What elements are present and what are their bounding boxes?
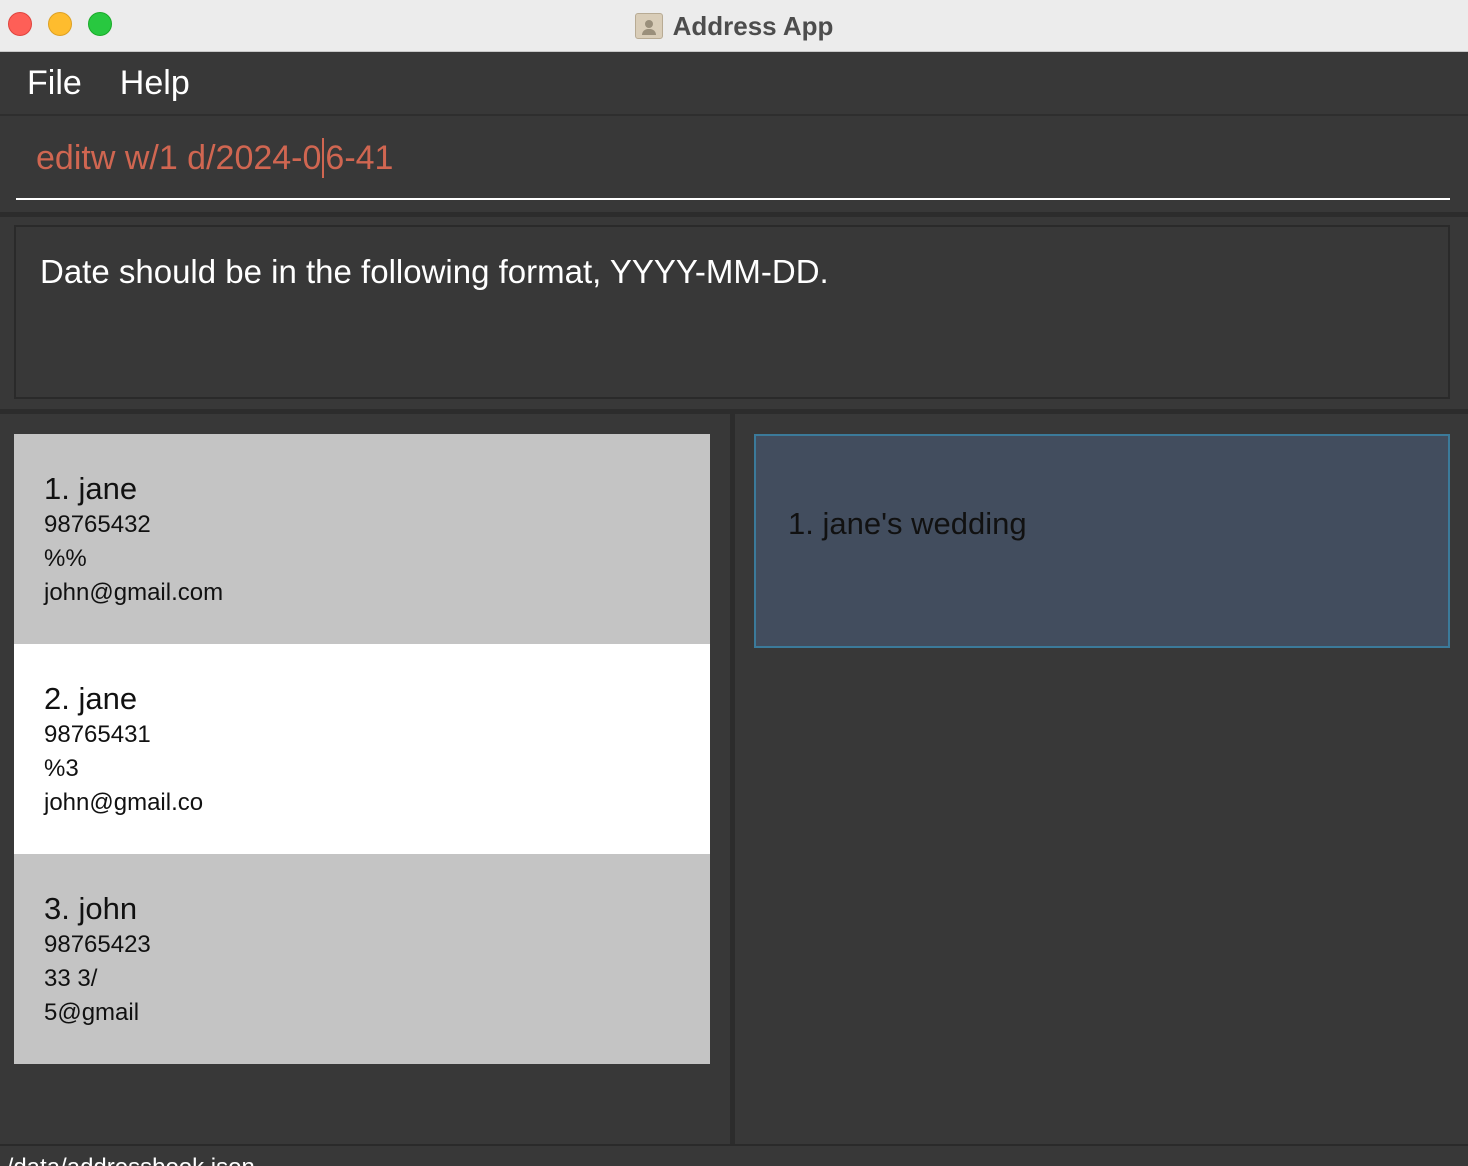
person-name: 3. john	[44, 891, 138, 926]
person-name: 1. jane	[44, 471, 138, 506]
status-bar: ./data/addressbook.json	[0, 1144, 1468, 1166]
window-title-group: Address App	[0, 0, 1468, 52]
menu-bar: File Help	[0, 53, 1468, 116]
window-titlebar: Address App	[0, 0, 1468, 52]
address-book-icon	[634, 13, 663, 39]
person-address: 33 3/	[44, 965, 98, 992]
person-phone: 98765423	[44, 931, 151, 958]
result-display[interactable]: Date should be in the following format, …	[14, 225, 1450, 399]
person-email: john@gmail.com	[44, 579, 224, 606]
window-title: Address App	[672, 10, 834, 41]
person-email: john@gmail.co	[44, 789, 204, 816]
person-name: 2. jane	[44, 681, 138, 716]
menu-file[interactable]: File	[27, 64, 82, 103]
event-card[interactable]: 1. jane's wedding	[754, 434, 1450, 648]
person-phone: 98765432	[44, 511, 151, 538]
command-text-after-caret: 6-41	[325, 138, 394, 177]
pane-splitter[interactable]	[730, 414, 735, 1146]
person-card-selected[interactable]: 2. jane 98765431 %3 john@gmail.co	[14, 644, 710, 854]
event-label: 1. jane's wedding	[788, 506, 1027, 541]
person-email: 5@gmail	[44, 999, 140, 1026]
storage-path: ./data/addressbook.json	[0, 1154, 255, 1166]
person-card[interactable]: 3. john 98765423 33 3/ 5@gmail	[14, 854, 710, 1064]
command-box: editw w/1 d/2024-0 6-41	[0, 118, 1468, 212]
person-card[interactable]: 1. jane 98765432 %% john@gmail.com	[14, 434, 710, 644]
result-message: Date should be in the following format, …	[40, 253, 829, 290]
person-phone: 98765431	[44, 721, 151, 748]
command-input[interactable]: editw w/1 d/2024-0 6-41	[16, 118, 1450, 200]
text-caret	[322, 138, 325, 178]
person-address: %3	[44, 755, 79, 782]
command-result-divider	[0, 212, 1468, 217]
menu-help[interactable]: Help	[120, 64, 190, 103]
command-text-before-caret: editw w/1 d/2024-0	[36, 138, 322, 177]
person-list-panel: 1. jane 98765432 %% john@gmail.com 2. ja…	[0, 414, 730, 1144]
person-address: %%	[44, 545, 87, 572]
